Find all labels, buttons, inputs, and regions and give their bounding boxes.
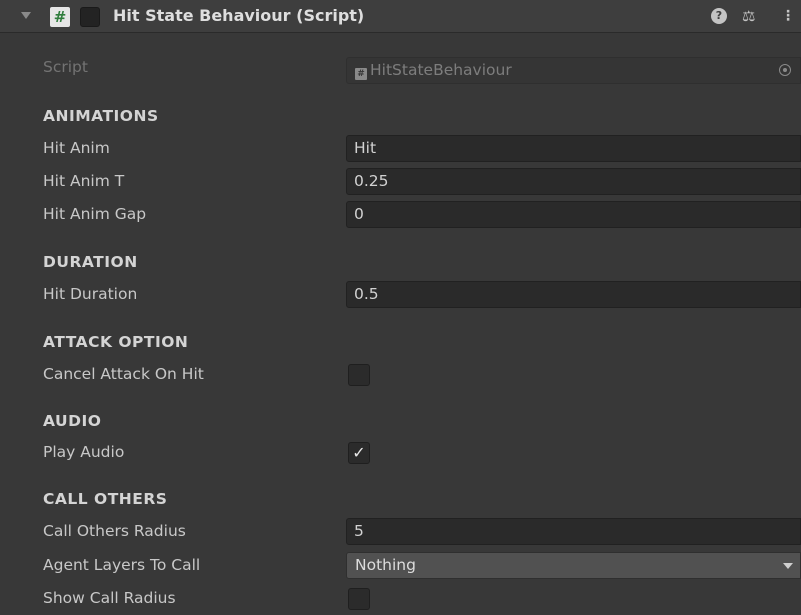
csharp-script-icon: # bbox=[50, 7, 70, 27]
call-others-radius-label: Call Others Radius bbox=[43, 522, 186, 540]
section-audio-header: AUDIO bbox=[43, 412, 102, 430]
script-label: Script bbox=[43, 58, 88, 76]
play-audio-label: Play Audio bbox=[43, 443, 125, 461]
foldout-arrow-icon[interactable] bbox=[21, 12, 31, 19]
cancel-attack-on-hit-checkbox[interactable] bbox=[348, 364, 370, 386]
call-others-radius-field[interactable]: 5 bbox=[346, 518, 801, 545]
hit-duration-field[interactable]: 0.5 bbox=[346, 281, 801, 308]
checkmark-icon: ✓ bbox=[352, 443, 366, 462]
component-header[interactable]: # Hit State Behaviour (Script) ? ⚖ ⋮ bbox=[0, 0, 801, 33]
hit-anim-field[interactable]: Hit bbox=[346, 135, 801, 162]
agent-layers-to-call-label: Agent Layers To Call bbox=[43, 556, 201, 574]
show-call-radius-label: Show Call Radius bbox=[43, 589, 176, 607]
script-object-value: HitStateBehaviour bbox=[370, 61, 512, 79]
dropdown-arrow-icon bbox=[783, 563, 793, 569]
section-attack-option-header: ATTACK OPTION bbox=[43, 333, 189, 351]
hit-anim-gap-label: Hit Anim Gap bbox=[43, 205, 147, 223]
hit-duration-label: Hit Duration bbox=[43, 285, 138, 303]
agent-layers-value: Nothing bbox=[355, 556, 416, 574]
object-picker-icon[interactable] bbox=[779, 64, 791, 76]
agent-layers-dropdown[interactable]: Nothing bbox=[346, 552, 801, 579]
component-title: Hit State Behaviour (Script) bbox=[113, 6, 365, 25]
hit-anim-label: Hit Anim bbox=[43, 139, 110, 157]
hit-anim-gap-field[interactable]: 0 bbox=[346, 201, 801, 228]
section-animations-header: ANIMATIONS bbox=[43, 107, 159, 125]
kebab-menu-icon[interactable]: ⋮ bbox=[781, 8, 795, 24]
section-call-others-header: CALL OTHERS bbox=[43, 490, 168, 508]
script-object-field[interactable]: # HitStateBehaviour bbox=[346, 57, 801, 84]
script-icon-glyph: # bbox=[53, 7, 67, 26]
help-icon[interactable]: ? bbox=[711, 8, 727, 24]
presets-icon[interactable]: ⚖ bbox=[742, 8, 755, 24]
show-call-radius-checkbox[interactable] bbox=[348, 588, 370, 610]
script-asset-icon: # bbox=[355, 68, 367, 80]
component-enable-checkbox[interactable] bbox=[80, 7, 100, 27]
section-duration-header: DURATION bbox=[43, 253, 138, 271]
play-audio-checkbox[interactable]: ✓ bbox=[348, 442, 370, 464]
hit-anim-t-label: Hit Anim T bbox=[43, 172, 125, 190]
cancel-attack-on-hit-label: Cancel Attack On Hit bbox=[43, 365, 204, 383]
hit-anim-t-field[interactable]: 0.25 bbox=[346, 168, 801, 195]
